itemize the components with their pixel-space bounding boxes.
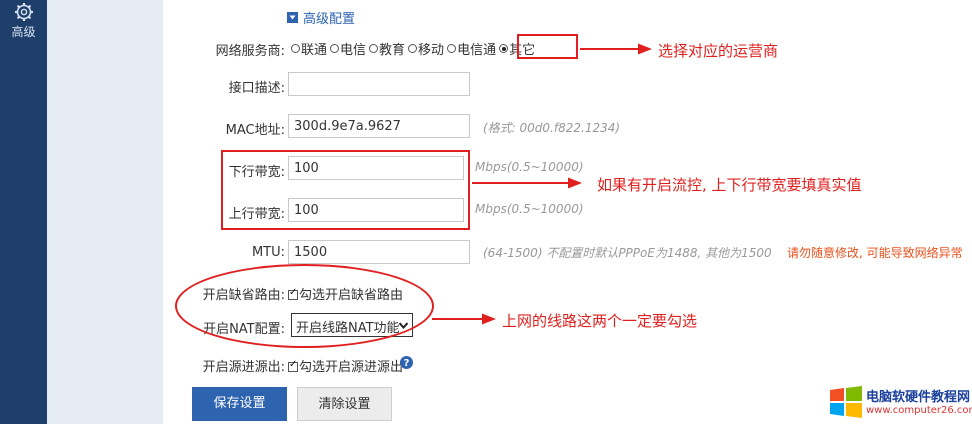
windows-logo-icon — [830, 386, 862, 418]
annotation-bandwidth-text: 如果有开启流控, 上下行带宽要填真实值 — [597, 176, 862, 194]
watermark-title: 电脑软硬件教程网 — [866, 390, 971, 405]
annotation-isp-text: 选择对应的运营商 — [658, 42, 779, 60]
watermark-url: www.computer26.com — [866, 405, 972, 416]
annotation-arrows — [432, 43, 652, 325]
annotation-routing-text: 上网的线路这两个一定要勾选 — [502, 312, 698, 330]
